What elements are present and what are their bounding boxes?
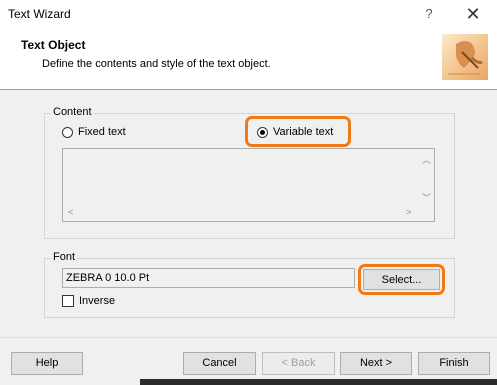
cancel-button[interactable]: Cancel <box>183 352 256 375</box>
scroll-down-icon[interactable]: ﹀ <box>422 191 431 204</box>
variable-text-option[interactable]: Variable text <box>257 126 347 140</box>
title-help-button[interactable]: ? <box>418 4 440 24</box>
vertical-scrollbar[interactable]: ︿ ﹀ <box>418 149 434 206</box>
font-group-label: Font <box>51 251 78 263</box>
back-button[interactable]: < Back <box>262 352 335 375</box>
next-button[interactable]: Next > <box>340 352 412 375</box>
scroll-left-icon[interactable]: < <box>68 207 73 217</box>
header-subtitle: Define the contents and style of the tex… <box>42 58 271 70</box>
variable-text-label: Variable text <box>273 126 334 138</box>
content-text-area[interactable]: ︿ ﹀ < > <box>62 148 435 222</box>
header-title: Text Object <box>21 38 86 52</box>
wizard-header: Text Object Define the contents and styl… <box>0 29 497 90</box>
window-title: Text Wizard <box>8 7 71 21</box>
scroll-up-icon[interactable]: ︿ <box>422 153 431 166</box>
close-button[interactable]: ✕ <box>460 3 486 25</box>
variable-text-radio[interactable] <box>257 127 268 138</box>
footer-separator <box>0 337 497 338</box>
fixed-text-option[interactable]: Fixed text <box>62 126 162 140</box>
writing-hand-icon <box>442 34 488 80</box>
inverse-label: Inverse <box>79 295 116 307</box>
content-group-label: Content <box>51 106 94 118</box>
fixed-text-radio[interactable] <box>62 127 73 138</box>
select-font-button[interactable]: Select... <box>363 269 440 290</box>
help-button[interactable]: Help <box>11 352 83 375</box>
finish-button[interactable]: Finish <box>418 352 490 375</box>
inverse-checkbox[interactable] <box>62 295 74 307</box>
font-name-field[interactable]: ZEBRA 0 10.0 Pt <box>62 268 355 288</box>
fixed-text-label: Fixed text <box>78 126 126 138</box>
scroll-right-icon[interactable]: > <box>406 207 411 217</box>
horizontal-scrollbar[interactable]: < > <box>63 205 418 221</box>
background-window-edge <box>140 379 497 385</box>
radio-selected-dot <box>260 130 265 135</box>
